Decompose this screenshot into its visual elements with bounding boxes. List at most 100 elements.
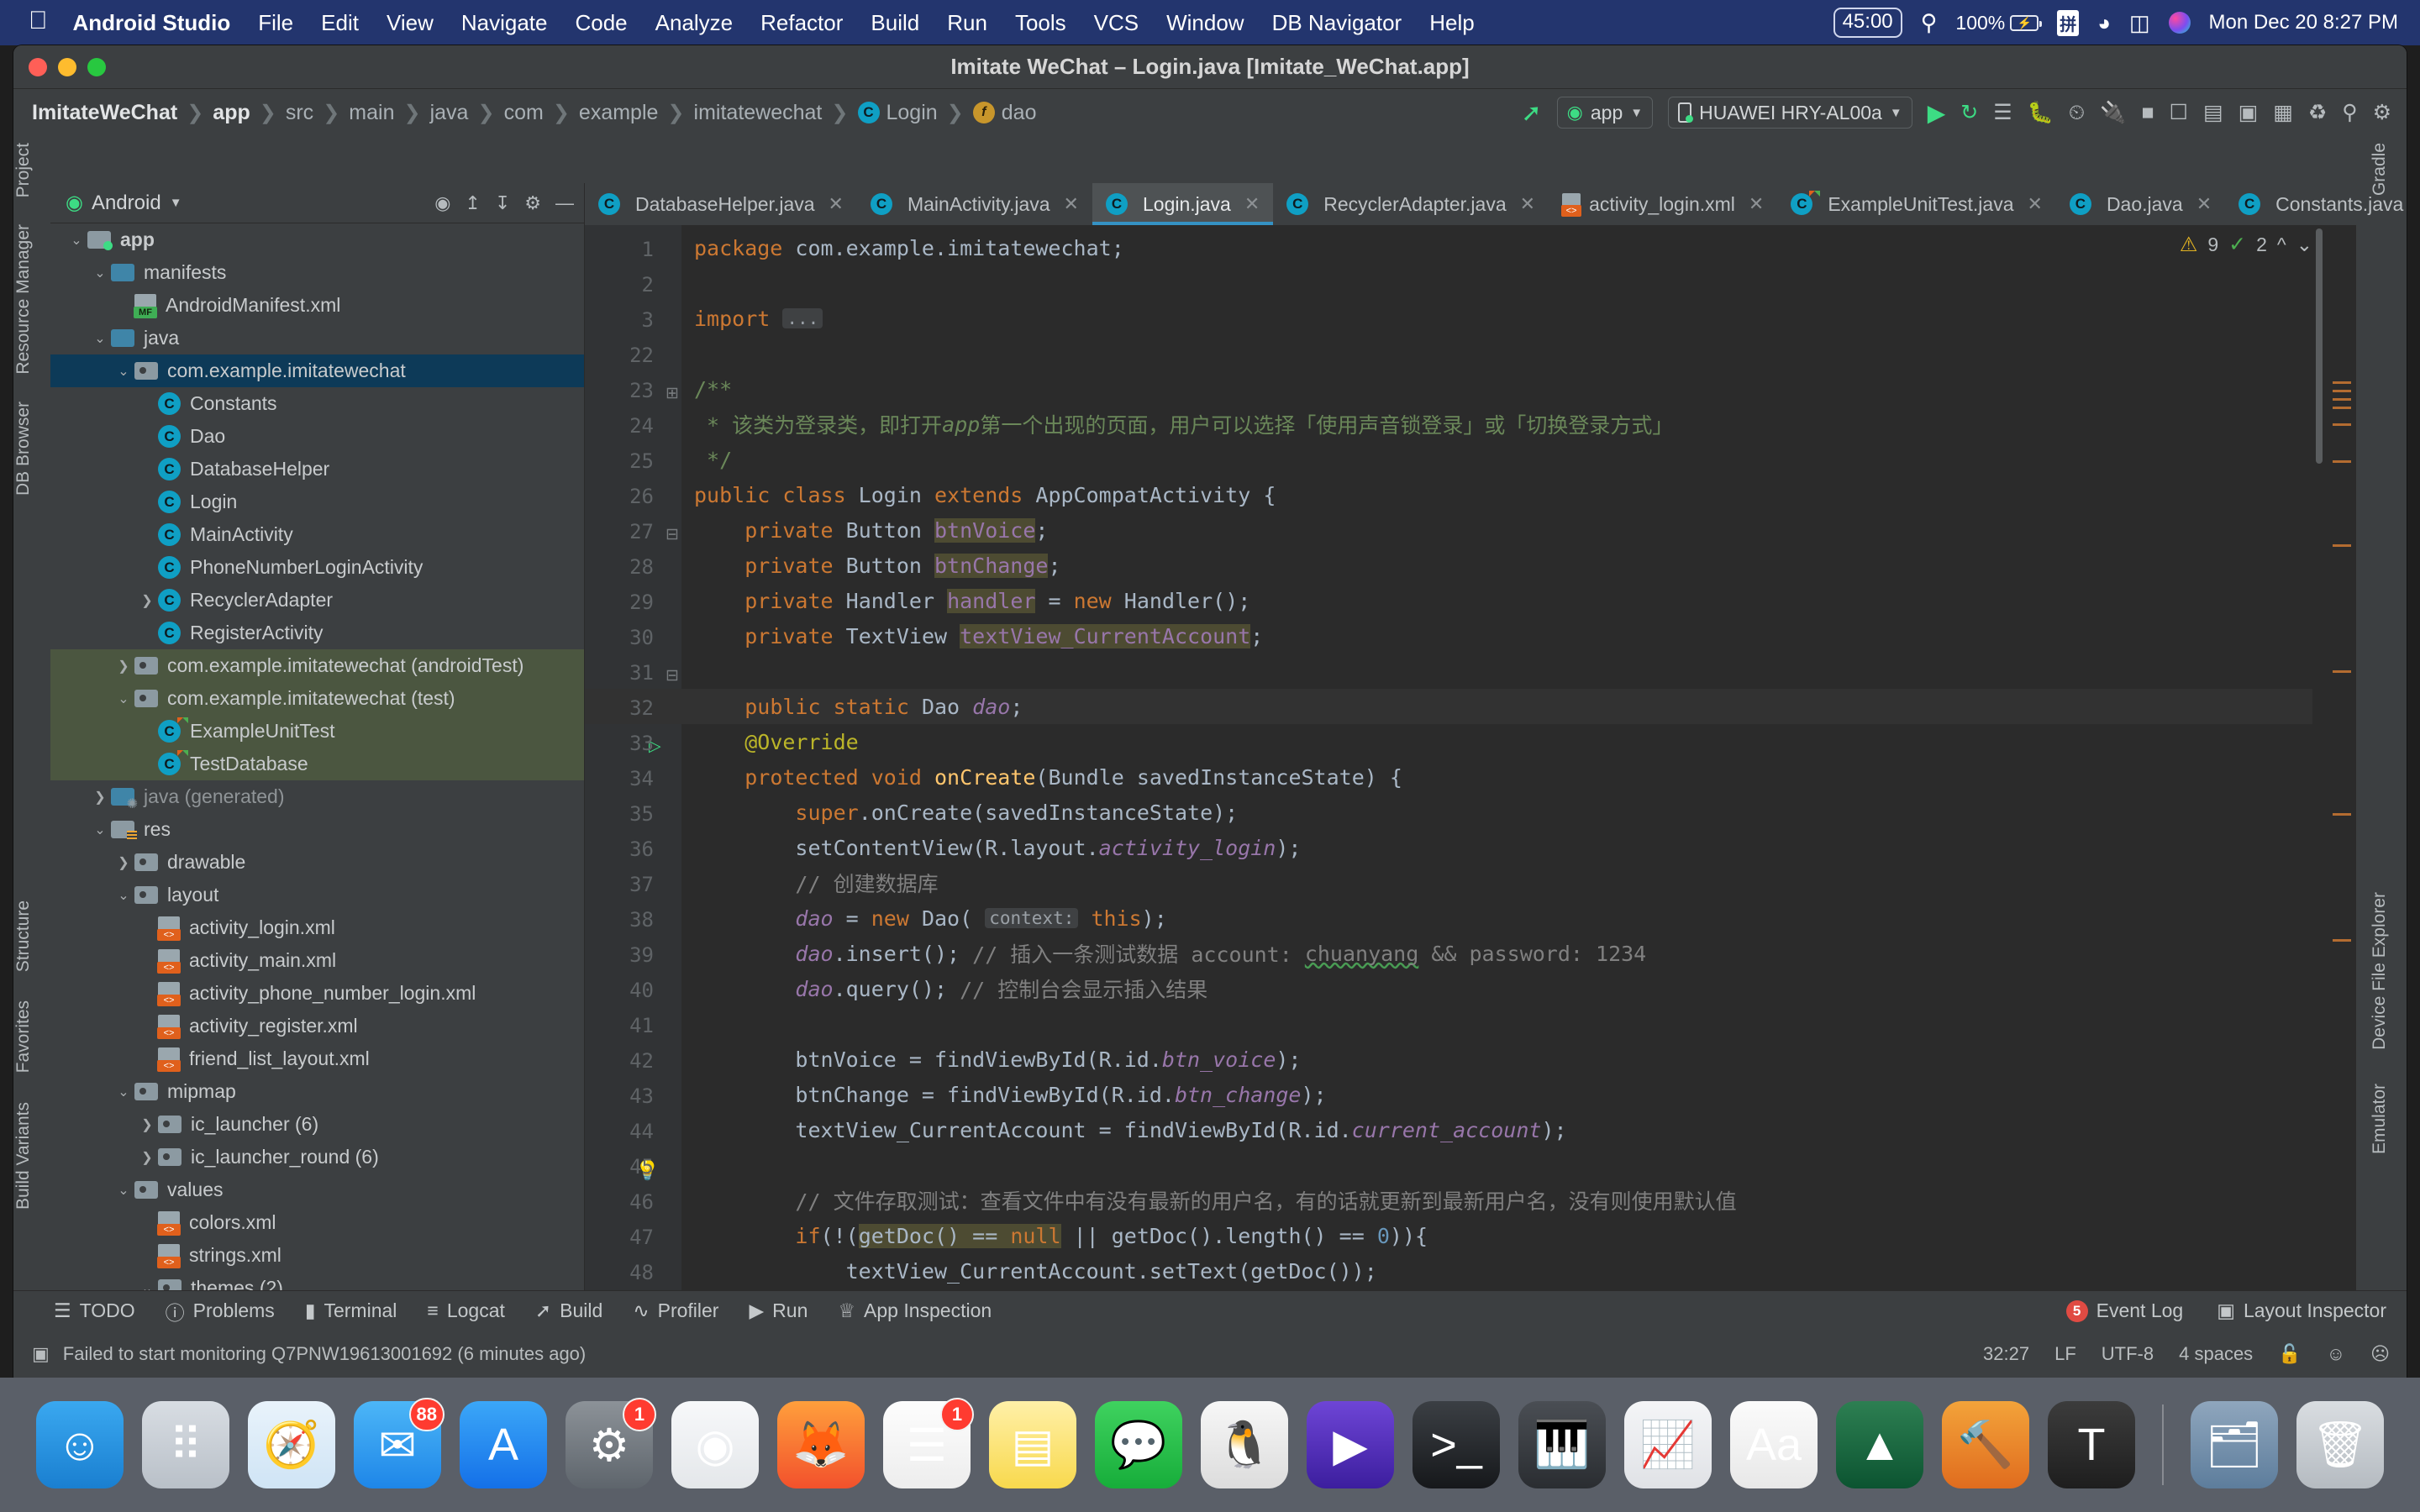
status-message[interactable]: Failed to start monitoring Q7PNW19613001… xyxy=(63,1343,586,1365)
minimize-window-button[interactable] xyxy=(58,58,76,76)
tree-item[interactable]: ⌄ java xyxy=(50,322,584,354)
line-separator[interactable]: LF xyxy=(2054,1343,2076,1365)
unlocked-padlock-icon[interactable]: 🔓 xyxy=(2278,1343,2301,1365)
breadcrumb-imitatewechat[interactable]: ImitateWeChat xyxy=(32,101,177,125)
search-icon[interactable]: ⚲ xyxy=(2342,100,2357,125)
app-structure-icon[interactable]: ☰ xyxy=(1993,100,2012,125)
locate-icon[interactable]: ◉ xyxy=(434,192,450,214)
code-line[interactable]: 34 ⊟↑ protected void onCreate(Bundle sav… xyxy=(585,759,2356,1320)
code-line[interactable]: 42 btnVoice = findViewById(R.id. btn_voic… xyxy=(585,1042,2356,1077)
timer-status-item[interactable]: 45:00 xyxy=(1833,8,1902,38)
strip-emulator[interactable]: Emulator xyxy=(2370,1077,2390,1161)
menu-edit[interactable]: Edit xyxy=(321,10,359,36)
tree-item[interactable]: ⌄CPhoneNumberLoginActivity xyxy=(50,551,584,584)
tree-item[interactable]: ❯ com.example.imitatewechat (androidTest) xyxy=(50,649,584,682)
tree-item[interactable]: ⌄ layout xyxy=(50,879,584,911)
editor-tab-activity_login-xml[interactable]: activity_login.xml ✕ xyxy=(1549,183,1777,225)
run-icon[interactable]: ▶ xyxy=(1928,99,1946,127)
tree-item[interactable]: ⌄ mipmap xyxy=(50,1075,584,1108)
spotlight-icon[interactable]: ⚲ xyxy=(1921,10,1938,36)
collapse-arrow-icon[interactable]: ⌄ xyxy=(113,1084,134,1100)
expand-arrow-icon[interactable]: ❯ xyxy=(89,789,111,806)
tree-item[interactable]: ⌄CRegisterActivity xyxy=(50,617,584,649)
dock-item-reminders[interactable]: ☰ 1 xyxy=(883,1398,974,1488)
tool-button-logcat[interactable]: ≡ Logcat xyxy=(427,1299,504,1322)
hide-icon[interactable]: — xyxy=(555,192,574,214)
collapse-all-icon[interactable]: ↧ xyxy=(495,192,510,214)
dock-item-xcode[interactable]: 🔨 xyxy=(1942,1401,2029,1488)
tree-item[interactable]: ⌄CDatabaseHelper xyxy=(50,453,584,486)
editor-tab-databasehelper-java[interactable]: C DatabaseHelper.java ✕ xyxy=(585,183,857,225)
menu-refactor[interactable]: Refactor xyxy=(760,10,843,36)
tree-item[interactable]: ⌄CTestDatabase xyxy=(50,748,584,780)
tree-item[interactable]: ⌄ com.example.imitatewechat xyxy=(50,354,584,387)
dock-item-android-studio[interactable]: ▲ xyxy=(1836,1401,1923,1488)
expand-arrow-icon[interactable]: ❯ xyxy=(136,1116,158,1133)
code-line[interactable]: 26 ▷ public class Login extends AppCompa… xyxy=(585,477,2356,756)
editor-tab-recycleradapter-java[interactable]: C RecyclerAdapter.java ✕ xyxy=(1273,183,1549,225)
dock-item-garageband[interactable]: 🎹 xyxy=(1518,1401,1606,1488)
tree-item[interactable]: ⌄friend_list_layout.xml xyxy=(50,1042,584,1075)
chevron-down-icon[interactable]: ⌄ xyxy=(2296,234,2312,256)
expand-arrow-icon[interactable]: ❯ xyxy=(136,592,158,609)
profiler-icon[interactable]: ⏲ xyxy=(2069,101,2086,125)
dock-item-typora[interactable]: T xyxy=(2048,1401,2135,1488)
tree-item[interactable]: ⌄activity_phone_number_login.xml xyxy=(50,977,584,1010)
code-line[interactable]: 23 ⊟ /** xyxy=(585,371,2356,544)
dock-item-trash[interactable]: 🗑 xyxy=(2296,1401,2384,1488)
strip-structure[interactable]: Structure xyxy=(13,894,34,979)
code-line[interactable]: 45 xyxy=(585,1147,2356,1183)
menu-tools[interactable]: Tools xyxy=(1015,10,1066,36)
menu-android-studio[interactable]: Android Studio xyxy=(73,10,231,36)
close-window-button[interactable] xyxy=(29,58,47,76)
code-line[interactable]: 39 dao .insert(); // 插入一条测试数据 account: ch… xyxy=(585,936,2356,971)
tree-item[interactable]: ⌄CExampleUnitTest xyxy=(50,715,584,748)
input-method-icon[interactable]: 拼 xyxy=(2057,9,2080,36)
code-line[interactable]: 36 setContentView(R.layout. activity_logi… xyxy=(585,830,2356,865)
tree-item[interactable]: ⌄CMainActivity xyxy=(50,518,584,551)
tree-item[interactable]: ❯ C RecyclerAdapter xyxy=(50,584,584,617)
chevron-up-icon[interactable]: ^ xyxy=(2277,234,2286,256)
control-center-icon[interactable]: ◫ xyxy=(2129,10,2150,36)
tree-item[interactable]: ❯ drawable xyxy=(50,846,584,879)
breadcrumb-java[interactable]: java xyxy=(430,101,469,125)
strip-build-variants[interactable]: Build Variants xyxy=(13,1095,34,1216)
close-tab-icon[interactable]: ✕ xyxy=(1520,193,1535,215)
code-line[interactable]: 35 super .onCreate(savedInstanceState); xyxy=(585,795,2356,830)
maximize-window-button[interactable] xyxy=(87,58,106,76)
tree-item[interactable]: ⌄CLogin xyxy=(50,486,584,518)
close-tab-icon[interactable]: ✕ xyxy=(1244,193,1260,215)
tool-button-run[interactable]: ▶ Run xyxy=(749,1299,808,1322)
inspection-widget[interactable]: ⚠ 9 ✓ 2 ^ ⌄ xyxy=(2180,232,2312,257)
dock-item-notes[interactable]: ▤ xyxy=(989,1401,1076,1488)
editor-tab-bar[interactable]: C DatabaseHelper.java ✕ C MainActivity.jav… xyxy=(585,183,2403,225)
tool-button-layout-inspector[interactable]: ▣ Layout Inspector xyxy=(2217,1299,2386,1322)
expand-arrow-icon[interactable]: ❯ xyxy=(113,658,134,675)
expand-arrow-icon[interactable]: ❯ xyxy=(136,1149,158,1166)
code-line[interactable]: 40 dao .query(); // 控制台会显示插入结果 xyxy=(585,971,2356,1006)
editor-tab-constants-java[interactable]: CConstants.java ✕ xyxy=(2225,183,2407,225)
collapse-arrow-icon[interactable]: ⌄ xyxy=(89,330,111,347)
collapse-arrow-icon[interactable]: ⌄ xyxy=(66,232,87,249)
project-tree[interactable]: ⌄app ⌄manifests ⌄AndroidManifest.xml ⌄ja… xyxy=(50,223,584,1331)
chevron-down-icon[interactable]: ▼ xyxy=(170,196,182,210)
tool-button-todo[interactable]: ☰ TODO xyxy=(54,1299,135,1322)
close-tab-icon[interactable]: ✕ xyxy=(2028,193,2043,215)
dock-item-activity-monitor[interactable]: 📈 xyxy=(1624,1401,1712,1488)
code-line[interactable]: 37 // 创建数据库 xyxy=(585,865,2356,900)
code-line[interactable]: 30 private TextView textView_CurrentAcco… xyxy=(585,618,2356,654)
strip-db-browser[interactable]: DB Browser xyxy=(13,395,34,502)
menu-code[interactable]: Code xyxy=(575,10,627,36)
menu-help[interactable]: Help xyxy=(1429,10,1474,36)
code-line[interactable]: 25 ⊟ */ xyxy=(585,442,2356,685)
avd-manager-icon[interactable]: ☐ xyxy=(2170,100,2188,125)
dock-item-app-store[interactable]: A xyxy=(460,1401,547,1488)
collapse-arrow-icon[interactable]: ⌄ xyxy=(89,822,111,838)
tree-item[interactable]: ⌄ values xyxy=(50,1173,584,1206)
collapse-arrow-icon[interactable]: ⌄ xyxy=(89,265,111,281)
sdk-manager-icon[interactable]: ▤ xyxy=(2203,100,2223,125)
collapse-arrow-icon[interactable]: ⌄ xyxy=(113,690,134,707)
close-tab-icon[interactable]: ✕ xyxy=(2196,193,2212,215)
tree-item[interactable]: ⌄activity_login.xml xyxy=(50,911,584,944)
dock-item-dictionary[interactable]: Aa xyxy=(1730,1401,1818,1488)
